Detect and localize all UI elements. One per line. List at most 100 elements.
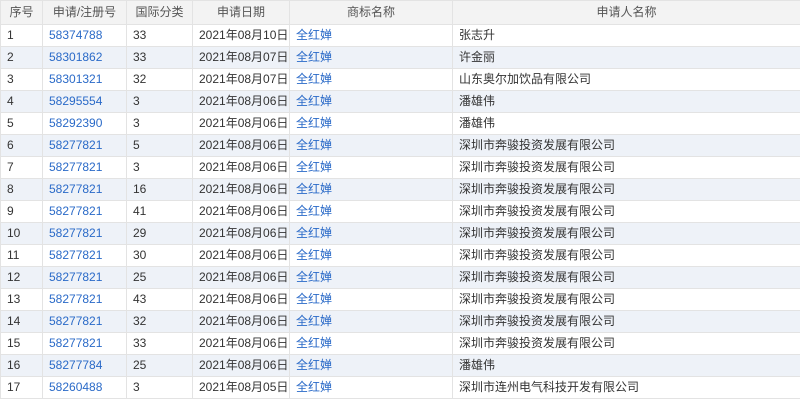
mark-name-link[interactable]: 全红婵 (296, 116, 332, 130)
reg-no-link-cell[interactable]: 58277821 (42, 222, 127, 245)
mark-name-link[interactable]: 全红婵 (296, 94, 332, 108)
table-row[interactable]: 14 58277821 32 2021年08月06日 全红婵 深圳市奔骏投资发展有限公司 (0, 310, 800, 333)
row-serial: 2 (0, 46, 43, 69)
mark-name-link-cell[interactable]: 全红婵 (289, 134, 453, 157)
apply-date: 2021年08月06日 (192, 156, 290, 179)
reg-no-link[interactable]: 58277821 (49, 314, 102, 328)
reg-no-link-cell[interactable]: 58277821 (42, 266, 127, 289)
mark-name-link[interactable]: 全红婵 (296, 138, 332, 152)
reg-no-link-cell[interactable]: 58277821 (42, 310, 127, 333)
reg-no-link[interactable]: 58277784 (49, 358, 102, 372)
mark-name-link-cell[interactable]: 全红婵 (289, 310, 453, 333)
reg-no-link-cell[interactable]: 58292390 (42, 112, 127, 135)
mark-name-link-cell[interactable]: 全红婵 (289, 68, 453, 91)
mark-name-link-cell[interactable]: 全红婵 (289, 156, 453, 179)
mark-name-link[interactable]: 全红婵 (296, 358, 332, 372)
reg-no-link-cell[interactable]: 58295554 (42, 90, 127, 113)
mark-name-link[interactable]: 全红婵 (296, 270, 332, 284)
reg-no-link-cell[interactable]: 58301862 (42, 46, 127, 69)
table-row[interactable]: 6 58277821 5 2021年08月06日 全红婵 深圳市奔骏投资发展有限公司 (0, 134, 800, 157)
table-row[interactable]: 12 58277821 25 2021年08月06日 全红婵 深圳市奔骏投资发展有限公司 (0, 266, 800, 289)
mark-name-link[interactable]: 全红婵 (296, 72, 332, 86)
table-row[interactable]: 11 58277821 30 2021年08月06日 全红婵 深圳市奔骏投资发展有限公司 (0, 244, 800, 267)
mark-name-link[interactable]: 全红婵 (296, 380, 332, 394)
mark-name-link[interactable]: 全红婵 (296, 182, 332, 196)
header-reg-no[interactable]: 申请/注册号 (42, 0, 127, 25)
mark-name-link-cell[interactable]: 全红婵 (289, 354, 453, 377)
table-row[interactable]: 7 58277821 3 2021年08月06日 全红婵 深圳市奔骏投资发展有限公司 (0, 156, 800, 179)
reg-no-link-cell[interactable]: 58260488 (42, 376, 127, 399)
reg-no-link-cell[interactable]: 58277784 (42, 354, 127, 377)
mark-name-link[interactable]: 全红婵 (296, 248, 332, 262)
apply-date: 2021年08月05日 (192, 376, 290, 399)
mark-name-link[interactable]: 全红婵 (296, 226, 332, 240)
apply-date: 2021年08月06日 (192, 310, 290, 333)
header-date[interactable]: 申请日期 (192, 0, 290, 25)
table-row[interactable]: 13 58277821 43 2021年08月06日 全红婵 深圳市奔骏投资发展有限公司 (0, 288, 800, 311)
reg-no-link[interactable]: 58277821 (49, 226, 102, 240)
mark-name-link-cell[interactable]: 全红婵 (289, 24, 453, 47)
mark-name-link-cell[interactable]: 全红婵 (289, 46, 453, 69)
mark-name-link-cell[interactable]: 全红婵 (289, 178, 453, 201)
apply-date: 2021年08月06日 (192, 178, 290, 201)
applicant-name: 潘雄伟 (452, 90, 800, 113)
table-row[interactable]: 10 58277821 29 2021年08月06日 全红婵 深圳市奔骏投资发展有限公司 (0, 222, 800, 245)
reg-no-link[interactable]: 58260488 (49, 380, 102, 394)
mark-name-link-cell[interactable]: 全红婵 (289, 90, 453, 113)
class-value: 3 (126, 376, 193, 399)
mark-name-link-cell[interactable]: 全红婵 (289, 112, 453, 135)
mark-name-link[interactable]: 全红婵 (296, 204, 332, 218)
mark-name-link-cell[interactable]: 全红婵 (289, 200, 453, 223)
mark-name-link[interactable]: 全红婵 (296, 314, 332, 328)
reg-no-link-cell[interactable]: 58277821 (42, 200, 127, 223)
reg-no-link-cell[interactable]: 58277821 (42, 134, 127, 157)
reg-no-link-cell[interactable]: 58277821 (42, 288, 127, 311)
reg-no-link-cell[interactable]: 58277821 (42, 332, 127, 355)
mark-name-link-cell[interactable]: 全红婵 (289, 244, 453, 267)
header-class[interactable]: 国际分类 (126, 0, 193, 25)
mark-name-link-cell[interactable]: 全红婵 (289, 222, 453, 245)
reg-no-link[interactable]: 58277821 (49, 292, 102, 306)
header-serial[interactable]: 序号 (0, 0, 43, 25)
reg-no-link-cell[interactable]: 58277821 (42, 156, 127, 179)
mark-name-link[interactable]: 全红婵 (296, 50, 332, 64)
table-row[interactable]: 2 58301862 33 2021年08月07日 全红婵 许金丽 (0, 46, 800, 69)
mark-name-link-cell[interactable]: 全红婵 (289, 376, 453, 399)
reg-no-link[interactable]: 58277821 (49, 270, 102, 284)
reg-no-link[interactable]: 58295554 (49, 94, 102, 108)
reg-no-link[interactable]: 58277821 (49, 248, 102, 262)
applicant-name: 潘雄伟 (452, 112, 800, 135)
table-row[interactable]: 15 58277821 33 2021年08月06日 全红婵 深圳市奔骏投资发展有限公司 (0, 332, 800, 355)
mark-name-link-cell[interactable]: 全红婵 (289, 266, 453, 289)
reg-no-link[interactable]: 58277821 (49, 204, 102, 218)
reg-no-link[interactable]: 58301321 (49, 72, 102, 86)
mark-name-link[interactable]: 全红婵 (296, 160, 332, 174)
table-row[interactable]: 4 58295554 3 2021年08月06日 全红婵 潘雄伟 (0, 90, 800, 113)
mark-name-link[interactable]: 全红婵 (296, 28, 332, 42)
reg-no-link[interactable]: 58277821 (49, 336, 102, 350)
reg-no-link[interactable]: 58301862 (49, 50, 102, 64)
table-row[interactable]: 1 58374788 33 2021年08月10日 全红婵 张志升 (0, 24, 800, 47)
table-row[interactable]: 16 58277784 25 2021年08月06日 全红婵 潘雄伟 (0, 354, 800, 377)
reg-no-link-cell[interactable]: 58374788 (42, 24, 127, 47)
reg-no-link-cell[interactable]: 58301321 (42, 68, 127, 91)
reg-no-link[interactable]: 58277821 (49, 182, 102, 196)
reg-no-link[interactable]: 58277821 (49, 160, 102, 174)
mark-name-link[interactable]: 全红婵 (296, 336, 332, 350)
table-row[interactable]: 8 58277821 16 2021年08月06日 全红婵 深圳市奔骏投资发展有限公司 (0, 178, 800, 201)
reg-no-link-cell[interactable]: 58277821 (42, 244, 127, 267)
header-mark-name[interactable]: 商标名称 (289, 0, 453, 25)
reg-no-link[interactable]: 58292390 (49, 116, 102, 130)
table-row[interactable]: 3 58301321 32 2021年08月07日 全红婵 山东奥尔加饮品有限公司 (0, 68, 800, 91)
mark-name-link-cell[interactable]: 全红婵 (289, 288, 453, 311)
table-row[interactable]: 9 58277821 41 2021年08月06日 全红婵 深圳市奔骏投资发展有限公司 (0, 200, 800, 223)
reg-no-link[interactable]: 58374788 (49, 28, 102, 42)
mark-name-link-cell[interactable]: 全红婵 (289, 332, 453, 355)
table-header: 序号 申请/注册号 国际分类 申请日期 商标名称 申请人名称 (0, 0, 800, 25)
reg-no-link-cell[interactable]: 58277821 (42, 178, 127, 201)
table-row[interactable]: 17 58260488 3 2021年08月05日 全红婵 深圳市连州电气科技开发有限公司 (0, 376, 800, 399)
table-row[interactable]: 5 58292390 3 2021年08月06日 全红婵 潘雄伟 (0, 112, 800, 135)
mark-name-link[interactable]: 全红婵 (296, 292, 332, 306)
header-applicant[interactable]: 申请人名称 (452, 0, 800, 25)
reg-no-link[interactable]: 58277821 (49, 138, 102, 152)
